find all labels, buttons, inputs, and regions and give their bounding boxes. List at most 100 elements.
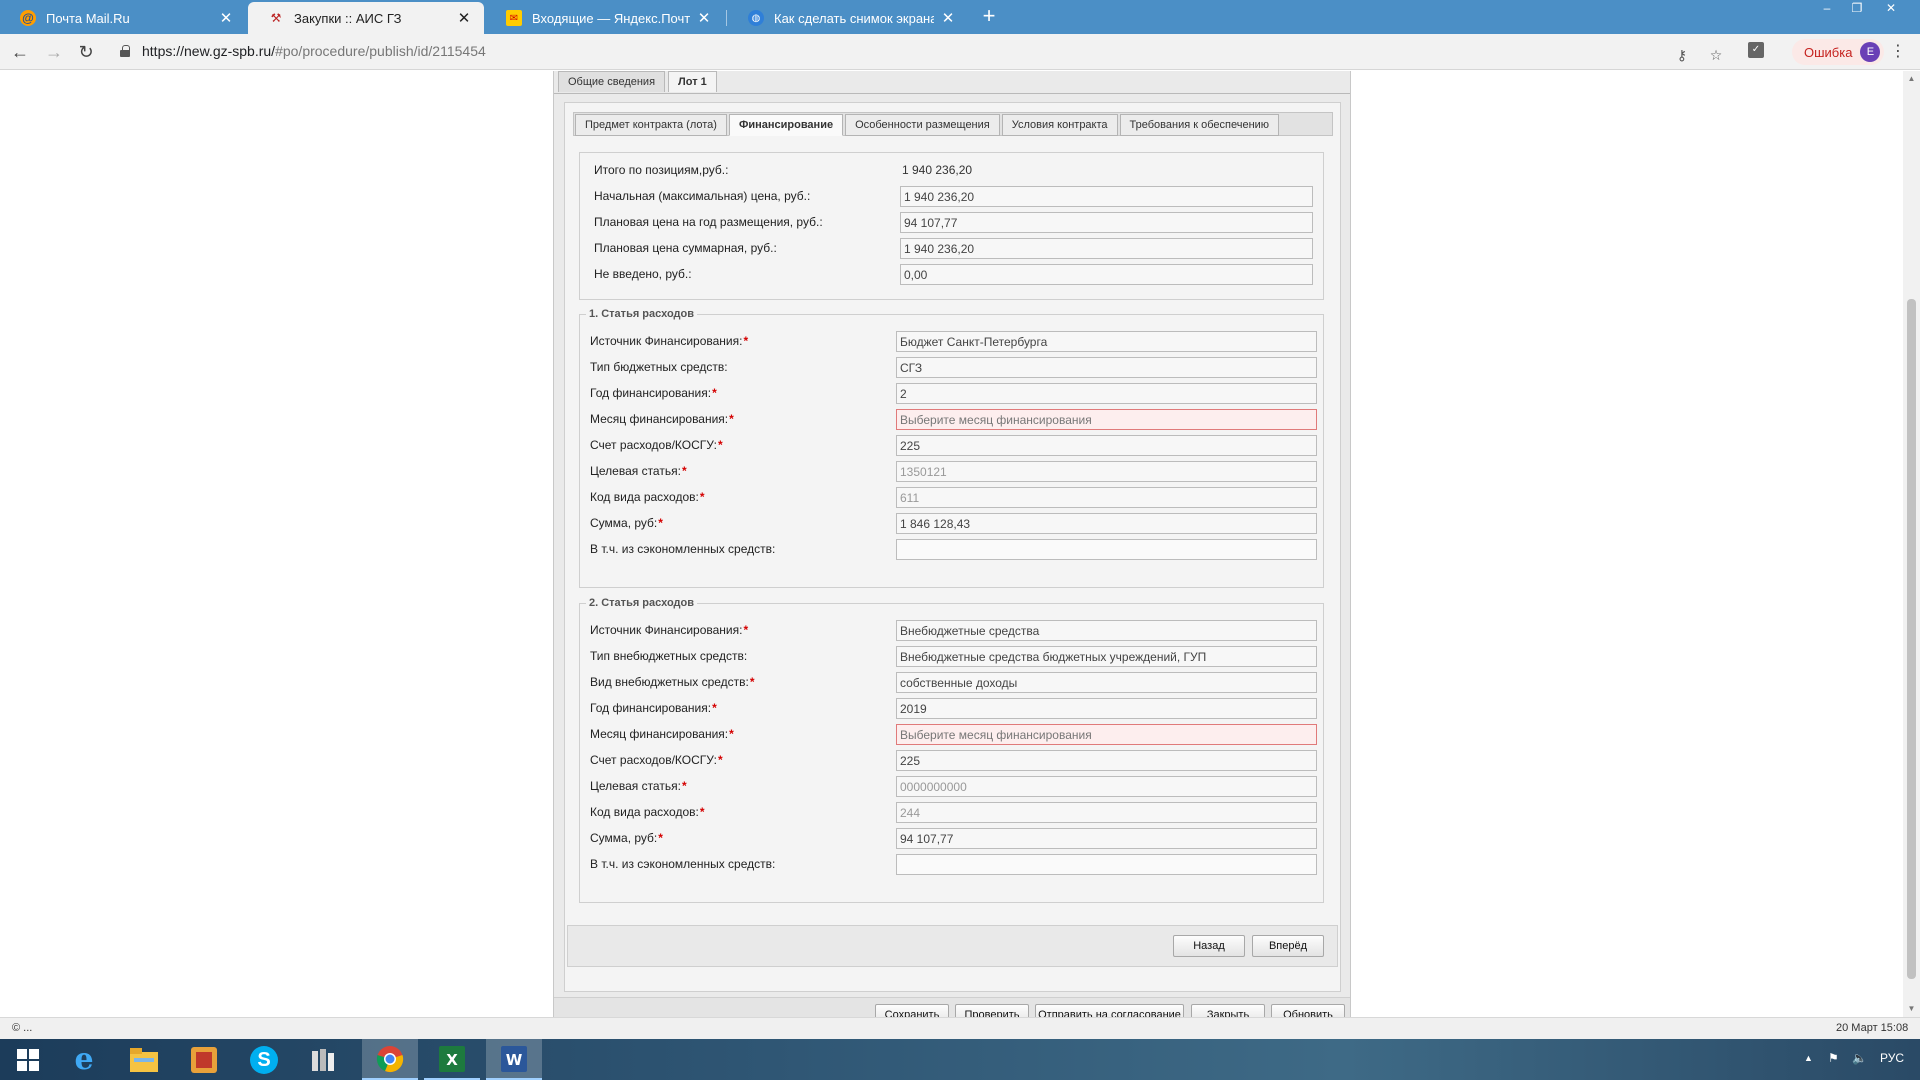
- label-text: Код вида расходов:: [590, 490, 699, 504]
- scroll-down-icon[interactable]: ▼: [1903, 1001, 1920, 1017]
- label-text: Месяц финансирования:: [590, 727, 729, 741]
- window-close-icon[interactable]: ✕: [1876, 0, 1906, 18]
- tab-placement-features[interactable]: Особенности размещения: [845, 114, 1000, 136]
- expense2-offbudget-kind: Вид внебюджетных средств:* собственные д…: [580, 672, 1323, 693]
- procedure-panel: Общие сведения Лот 1 Предмет контракта (…: [553, 71, 1351, 1017]
- expense-item-legend: 1. Статья расходов: [586, 308, 697, 320]
- year-price-field[interactable]: 94 107,77: [900, 212, 1313, 233]
- savings-amount-input[interactable]: [896, 539, 1317, 560]
- menu-dots-icon[interactable]: ⋮: [1886, 40, 1910, 64]
- save-button[interactable]: Сохранить: [875, 1004, 949, 1017]
- expense-account-field[interactable]: 225: [896, 435, 1317, 456]
- browser-tab-mailru[interactable]: @ Почта Mail.Ru ✕: [0, 2, 246, 34]
- expense1-source: Источник Финансирования:* Бюджет Санкт-П…: [580, 331, 1323, 352]
- financing-year-field[interactable]: 2019: [896, 698, 1317, 719]
- star-icon[interactable]: ☆: [1706, 45, 1726, 65]
- financing-month-select[interactable]: Выберите месяц финансирования: [896, 409, 1317, 430]
- close-icon[interactable]: ✕: [456, 9, 472, 27]
- avatar: E: [1860, 42, 1881, 62]
- check-button[interactable]: Проверить: [955, 1004, 1029, 1017]
- tab-security-requirements[interactable]: Требования к обеспечению: [1119, 114, 1280, 136]
- page-scrollbar[interactable]: ▲ ▼: [1903, 71, 1920, 1017]
- total-planned-price-field[interactable]: 1 940 236,20: [900, 238, 1313, 259]
- max-price-field[interactable]: 1 940 236,20: [900, 186, 1313, 207]
- profile-error-chip[interactable]: Ошибка E: [1792, 39, 1885, 65]
- forward-button[interactable]: Вперёд: [1252, 935, 1324, 957]
- financing-year-field[interactable]: 2: [896, 383, 1317, 404]
- address-bar[interactable]: https://new.gz-spb.ru/#po/procedure/publ…: [112, 39, 1722, 65]
- tab-contract-subject[interactable]: Предмет контракта (лота): [575, 114, 727, 136]
- target-item-field[interactable]: 0000000000: [896, 776, 1317, 797]
- financing-month-select[interactable]: Выберите месяц финансирования: [896, 724, 1317, 745]
- forward-arrow-icon[interactable]: →: [42, 40, 66, 64]
- expense1-savings: В т.ч. из сэкономленных средств:: [580, 539, 1323, 560]
- expense-account-field[interactable]: 225: [896, 750, 1317, 771]
- tab-lot-1[interactable]: Лот 1: [668, 71, 717, 92]
- restore-icon[interactable]: ❐: [1842, 0, 1872, 18]
- budget-type-field[interactable]: СГЗ: [896, 357, 1317, 378]
- financing-source-field[interactable]: Бюджет Санкт-Петербурга: [896, 331, 1317, 352]
- close-icon[interactable]: ✕: [696, 9, 712, 27]
- required-marker: *: [658, 831, 663, 845]
- tab-general-info[interactable]: Общие сведения: [558, 71, 666, 92]
- internet-explorer-icon[interactable]: e: [56, 1039, 112, 1080]
- mailru-icon: @: [20, 10, 36, 26]
- tray-expand-icon[interactable]: ▲: [1804, 1053, 1813, 1063]
- input-language[interactable]: РУС: [1880, 1051, 1904, 1065]
- amount-field[interactable]: 94 107,77: [896, 828, 1317, 849]
- tab-financing[interactable]: Финансирование: [728, 114, 844, 136]
- expense2-expense-code: Код вида расходов:* 244: [580, 802, 1323, 823]
- extension-icon[interactable]: ✓: [1748, 42, 1764, 58]
- required-marker: *: [729, 412, 734, 426]
- scroll-thumb[interactable]: [1907, 299, 1916, 979]
- volume-muted-icon[interactable]: 🔈: [1852, 1051, 1867, 1065]
- target-item-field[interactable]: 1350121: [896, 461, 1317, 482]
- browser-tab-yandex-mail[interactable]: ✉ Входящие — Яндекс.Почта ✕: [486, 2, 724, 34]
- skype-icon[interactable]: S: [236, 1039, 292, 1080]
- url-path: #po/procedure/publish/id/2115454: [275, 43, 486, 59]
- financing-source-field[interactable]: Внебюджетные средства: [896, 620, 1317, 641]
- label-text: Целевая статья:: [590, 464, 681, 478]
- tab-divider: [554, 93, 1350, 94]
- summary-row-total: Итого по позициям,руб.: 1 940 236,20: [580, 160, 1323, 181]
- label-text: Целевая статья:: [590, 779, 681, 793]
- sub-tab-strip: Предмет контракта (лота) Финансирование …: [573, 112, 1333, 136]
- offbudget-kind-field[interactable]: собственные доходы: [896, 672, 1317, 693]
- archive-app-icon[interactable]: [296, 1039, 352, 1080]
- offbudget-type-field[interactable]: Внебюджетные средства бюджетных учрежден…: [896, 646, 1317, 667]
- close-button[interactable]: Закрыть: [1191, 1004, 1265, 1017]
- expense2-offbudget-type: Тип внебюджетных средств: Внебюджетные с…: [580, 646, 1323, 667]
- minimize-icon[interactable]: –: [1812, 0, 1842, 18]
- amount-field[interactable]: 1 846 128,43: [896, 513, 1317, 534]
- field-label: Код вида расходов:*: [590, 490, 705, 504]
- back-button[interactable]: Назад: [1173, 935, 1245, 957]
- refresh-button[interactable]: Обновить: [1271, 1004, 1345, 1017]
- not-entered-field[interactable]: 0,00: [900, 264, 1313, 285]
- browser-tab-screenshot-article[interactable]: ◍ Как сделать снимок экрана (скр ✕: [728, 2, 968, 34]
- field-label: Источник Финансирования:*: [590, 623, 748, 637]
- required-marker: *: [681, 464, 687, 478]
- tab-contract-terms[interactable]: Условия контракта: [1001, 114, 1118, 136]
- lock-icon: [120, 45, 130, 57]
- scroll-up-icon[interactable]: ▲: [1903, 71, 1920, 87]
- start-icon[interactable]: [0, 1039, 56, 1080]
- expense-type-code-field[interactable]: 244: [896, 802, 1317, 823]
- send-for-approval-button[interactable]: Отправить на согласование: [1035, 1004, 1184, 1017]
- back-arrow-icon[interactable]: ←: [8, 40, 32, 64]
- expense-type-code-field[interactable]: 611: [896, 487, 1317, 508]
- file-explorer-icon[interactable]: [116, 1039, 172, 1080]
- photo-app-icon[interactable]: [176, 1039, 232, 1080]
- savings-amount-input[interactable]: [896, 854, 1317, 875]
- network-flag-icon[interactable]: ⚑: [1828, 1051, 1839, 1065]
- word-icon[interactable]: W: [486, 1039, 542, 1080]
- excel-icon[interactable]: X: [424, 1039, 480, 1080]
- close-icon[interactable]: ✕: [218, 9, 234, 27]
- reload-icon[interactable]: ↻: [74, 40, 98, 64]
- label-text: Источник Финансирования:: [590, 334, 743, 348]
- new-tab-button[interactable]: +: [976, 4, 1002, 30]
- label-text: Сумма, руб:: [590, 831, 658, 845]
- chrome-icon[interactable]: [362, 1039, 418, 1080]
- browser-tab-zakupki[interactable]: ⚒ Закупки :: АИС ГЗ ✕: [248, 2, 484, 34]
- close-icon[interactable]: ✕: [940, 9, 956, 27]
- key-icon[interactable]: ⚷: [1672, 45, 1692, 65]
